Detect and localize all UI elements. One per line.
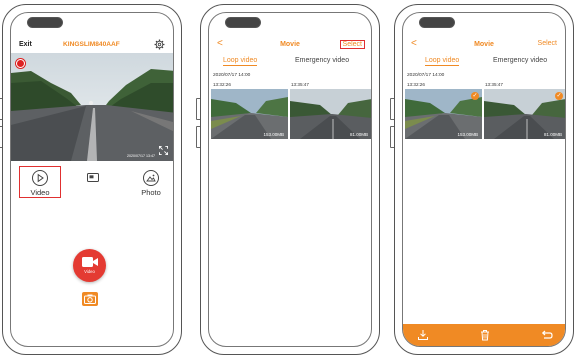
- date-header: 2020/07/17 14:00: [407, 73, 445, 78]
- take-photo-button[interactable]: [82, 292, 98, 306]
- selected-check-icon[interactable]: ✓: [555, 92, 563, 100]
- phone-notch: [225, 17, 261, 28]
- file-size: 153.00MB: [263, 132, 284, 137]
- phone-live-view: Exit KINGSLIM840AAF 2020/07/17 13:47 Vid…: [2, 4, 182, 355]
- back-arrow-icon[interactable]: [541, 329, 553, 341]
- file-time: 13:32:26: [407, 82, 425, 87]
- file-time: 13:35:47: [291, 82, 309, 87]
- camera-icon: [84, 294, 96, 304]
- video-tabs: Loop video Emergency video: [403, 55, 565, 69]
- photo-label: Photo: [141, 188, 161, 197]
- timestamp: 2020/07/17 13:47: [127, 154, 155, 158]
- photo-icon: [143, 170, 159, 186]
- header: < Movie Select: [403, 37, 565, 53]
- record-video-button[interactable]: Video: [73, 249, 106, 282]
- video-thumbnail[interactable]: ✓ 81.00MB: [484, 89, 565, 139]
- tab-emergency-video[interactable]: Emergency video: [295, 57, 349, 64]
- file-size: 81.00MB: [349, 132, 368, 137]
- video-thumbnail[interactable]: ✓ 153.00MB: [405, 89, 482, 139]
- play-circle-icon: [32, 170, 48, 186]
- record-button-label: Video: [84, 269, 95, 274]
- phone-movie-list: < Movie Select Loop video Emergency vide…: [200, 4, 380, 355]
- screen-movie-select: < Movie Select Loop video Emergency vide…: [402, 12, 566, 347]
- file-time: 13:35:47: [485, 82, 503, 87]
- gear-icon[interactable]: [154, 39, 165, 50]
- tab-loop-video[interactable]: Loop video: [425, 57, 460, 66]
- select-button[interactable]: Select: [339, 40, 365, 49]
- device-name: KINGSLIM840AAF: [63, 41, 120, 48]
- header: Exit KINGSLIM840AAF: [11, 37, 173, 53]
- file-size: 153.00MB: [457, 132, 478, 137]
- live-preview[interactable]: 2020/07/17 13:47: [11, 53, 173, 161]
- road-scene-image: [11, 53, 173, 161]
- tab-loop-video[interactable]: Loop video: [223, 57, 258, 66]
- fullscreen-icon[interactable]: [159, 146, 168, 155]
- exit-button[interactable]: Exit: [19, 41, 32, 48]
- download-icon[interactable]: [417, 329, 429, 341]
- video-tabs: Loop video Emergency video: [209, 55, 371, 69]
- video-thumbnail[interactable]: 153.00MB: [211, 89, 288, 139]
- screen-movie-list: < Movie Select Loop video Emergency vide…: [208, 12, 372, 347]
- header: < Movie Select: [209, 37, 371, 53]
- file-size: 81.00MB: [543, 132, 562, 137]
- trash-icon[interactable]: [479, 329, 491, 341]
- video-label: Video: [30, 188, 50, 197]
- tab-emergency-video[interactable]: Emergency video: [493, 57, 547, 64]
- video-camera-icon: [81, 257, 98, 267]
- card-icon[interactable]: [87, 173, 99, 182]
- date-header: 2020/07/17 14:00: [213, 73, 251, 78]
- select-button[interactable]: Select: [536, 40, 559, 47]
- action-toolbar: [403, 324, 565, 346]
- phone-notch: [419, 17, 455, 28]
- recording-indicator: [16, 59, 25, 68]
- video-thumbnail[interactable]: 81.00MB: [290, 89, 371, 139]
- video-menu-button[interactable]: Video: [23, 170, 57, 197]
- photo-menu-button[interactable]: Photo: [131, 170, 171, 197]
- file-time: 13:32:26: [213, 82, 231, 87]
- selected-check-icon[interactable]: ✓: [471, 92, 479, 100]
- phone-movie-select: < Movie Select Loop video Emergency vide…: [394, 4, 574, 355]
- phone-notch: [27, 17, 63, 28]
- screen-live-view: Exit KINGSLIM840AAF 2020/07/17 13:47 Vid…: [10, 12, 174, 347]
